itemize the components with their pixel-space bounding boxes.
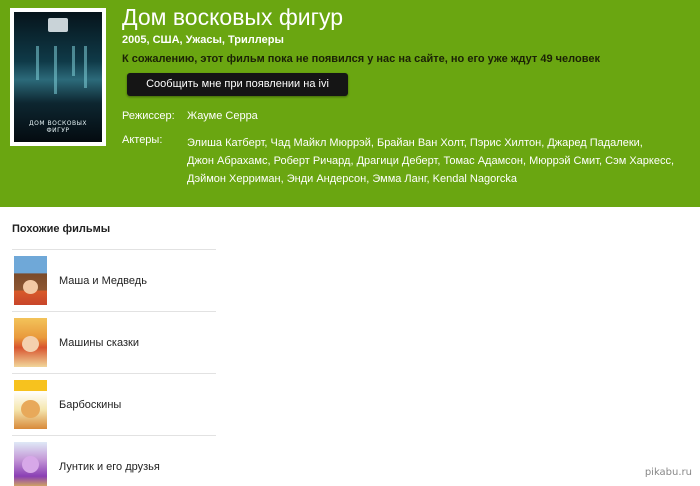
actor: Роберт Ричард, xyxy=(273,155,354,167)
availability-note: К сожалению, этот фильм пока не появился… xyxy=(122,53,600,65)
actor: Брайан Ван Холт, xyxy=(376,137,467,149)
director-label: Режиссер: xyxy=(122,110,175,122)
actor: Джон Абрахамс, xyxy=(187,155,271,167)
poster-drip-decoration xyxy=(84,46,87,88)
poster-drip-decoration xyxy=(36,46,39,80)
similar-item-label: Барбоскины xyxy=(59,398,122,411)
movie-header: ДОМ ВОСКОВЫХ ФИГУР Дом восковых фигур 20… xyxy=(0,0,700,207)
similar-item-barboskiny[interactable]: Барбоскины xyxy=(12,373,216,435)
watermark: pikabu.ru xyxy=(644,467,692,478)
actor: Энди Андерсон, xyxy=(286,173,370,185)
poster-drip-decoration xyxy=(72,46,75,76)
similar-thumbnail xyxy=(14,318,47,367)
movie-poster[interactable]: ДОМ ВОСКОВЫХ ФИГУР xyxy=(10,8,106,146)
actor: Kendal Nagorcka xyxy=(432,173,518,185)
movie-meta: 2005, США, Ужасы, Триллеры xyxy=(122,34,284,46)
similar-item-label: Машины сказки xyxy=(59,336,139,349)
actors-label: Актеры: xyxy=(122,134,163,146)
character-face-icon xyxy=(22,336,39,352)
character-face-icon xyxy=(21,400,40,418)
actor: Дэймон Херриман, xyxy=(187,173,284,185)
actor: Сэм Харкесс, xyxy=(605,155,674,167)
actor: Мюррэй Смит, xyxy=(529,155,603,167)
notify-button[interactable]: Сообщить мне при появлении на ivi xyxy=(127,73,348,96)
similar-item-masha-i-medved[interactable]: Маша и Медведь xyxy=(12,249,216,311)
similar-item-mashiny-skazki[interactable]: Машины сказки xyxy=(12,311,216,373)
actor: Элиша Катберт, xyxy=(187,137,268,149)
studio-logo-icon xyxy=(48,18,68,32)
similar-heading: Похожие фильмы xyxy=(12,223,111,235)
actor: Томас Адамсон, xyxy=(443,155,527,167)
similar-thumbnail xyxy=(14,380,47,429)
similar-item-label: Лунтик и его друзья xyxy=(59,460,160,473)
similar-item-luntik[interactable]: Лунтик и его друзья xyxy=(12,435,216,486)
character-face-icon xyxy=(23,280,38,294)
actor: Драгици Деберт, xyxy=(356,155,441,167)
actor: Джаред Падалеки, xyxy=(547,137,643,149)
character-face-icon xyxy=(22,456,39,473)
movie-title: Дом восковых фигур xyxy=(122,4,344,30)
similar-thumbnail xyxy=(14,256,47,305)
actor: Чад Майкл Мюррэй, xyxy=(270,137,374,149)
similar-thumbnail xyxy=(14,442,47,486)
similar-item-label: Маша и Медведь xyxy=(59,274,147,287)
actor: Эмма Ланг, xyxy=(372,173,430,185)
similar-list: Маша и Медведь Машины сказки Барбоскины … xyxy=(12,249,216,486)
poster-drip-decoration xyxy=(54,46,57,94)
director-name: Жауме Серра xyxy=(187,110,258,122)
poster-title: ДОМ ВОСКОВЫХ ФИГУР xyxy=(28,120,88,134)
actors-list: Элиша Катберт, Чад Майкл Мюррэй, Брайан … xyxy=(187,134,692,188)
actor: Пэрис Хилтон, xyxy=(469,137,545,149)
poster-image: ДОМ ВОСКОВЫХ ФИГУР xyxy=(14,12,102,142)
